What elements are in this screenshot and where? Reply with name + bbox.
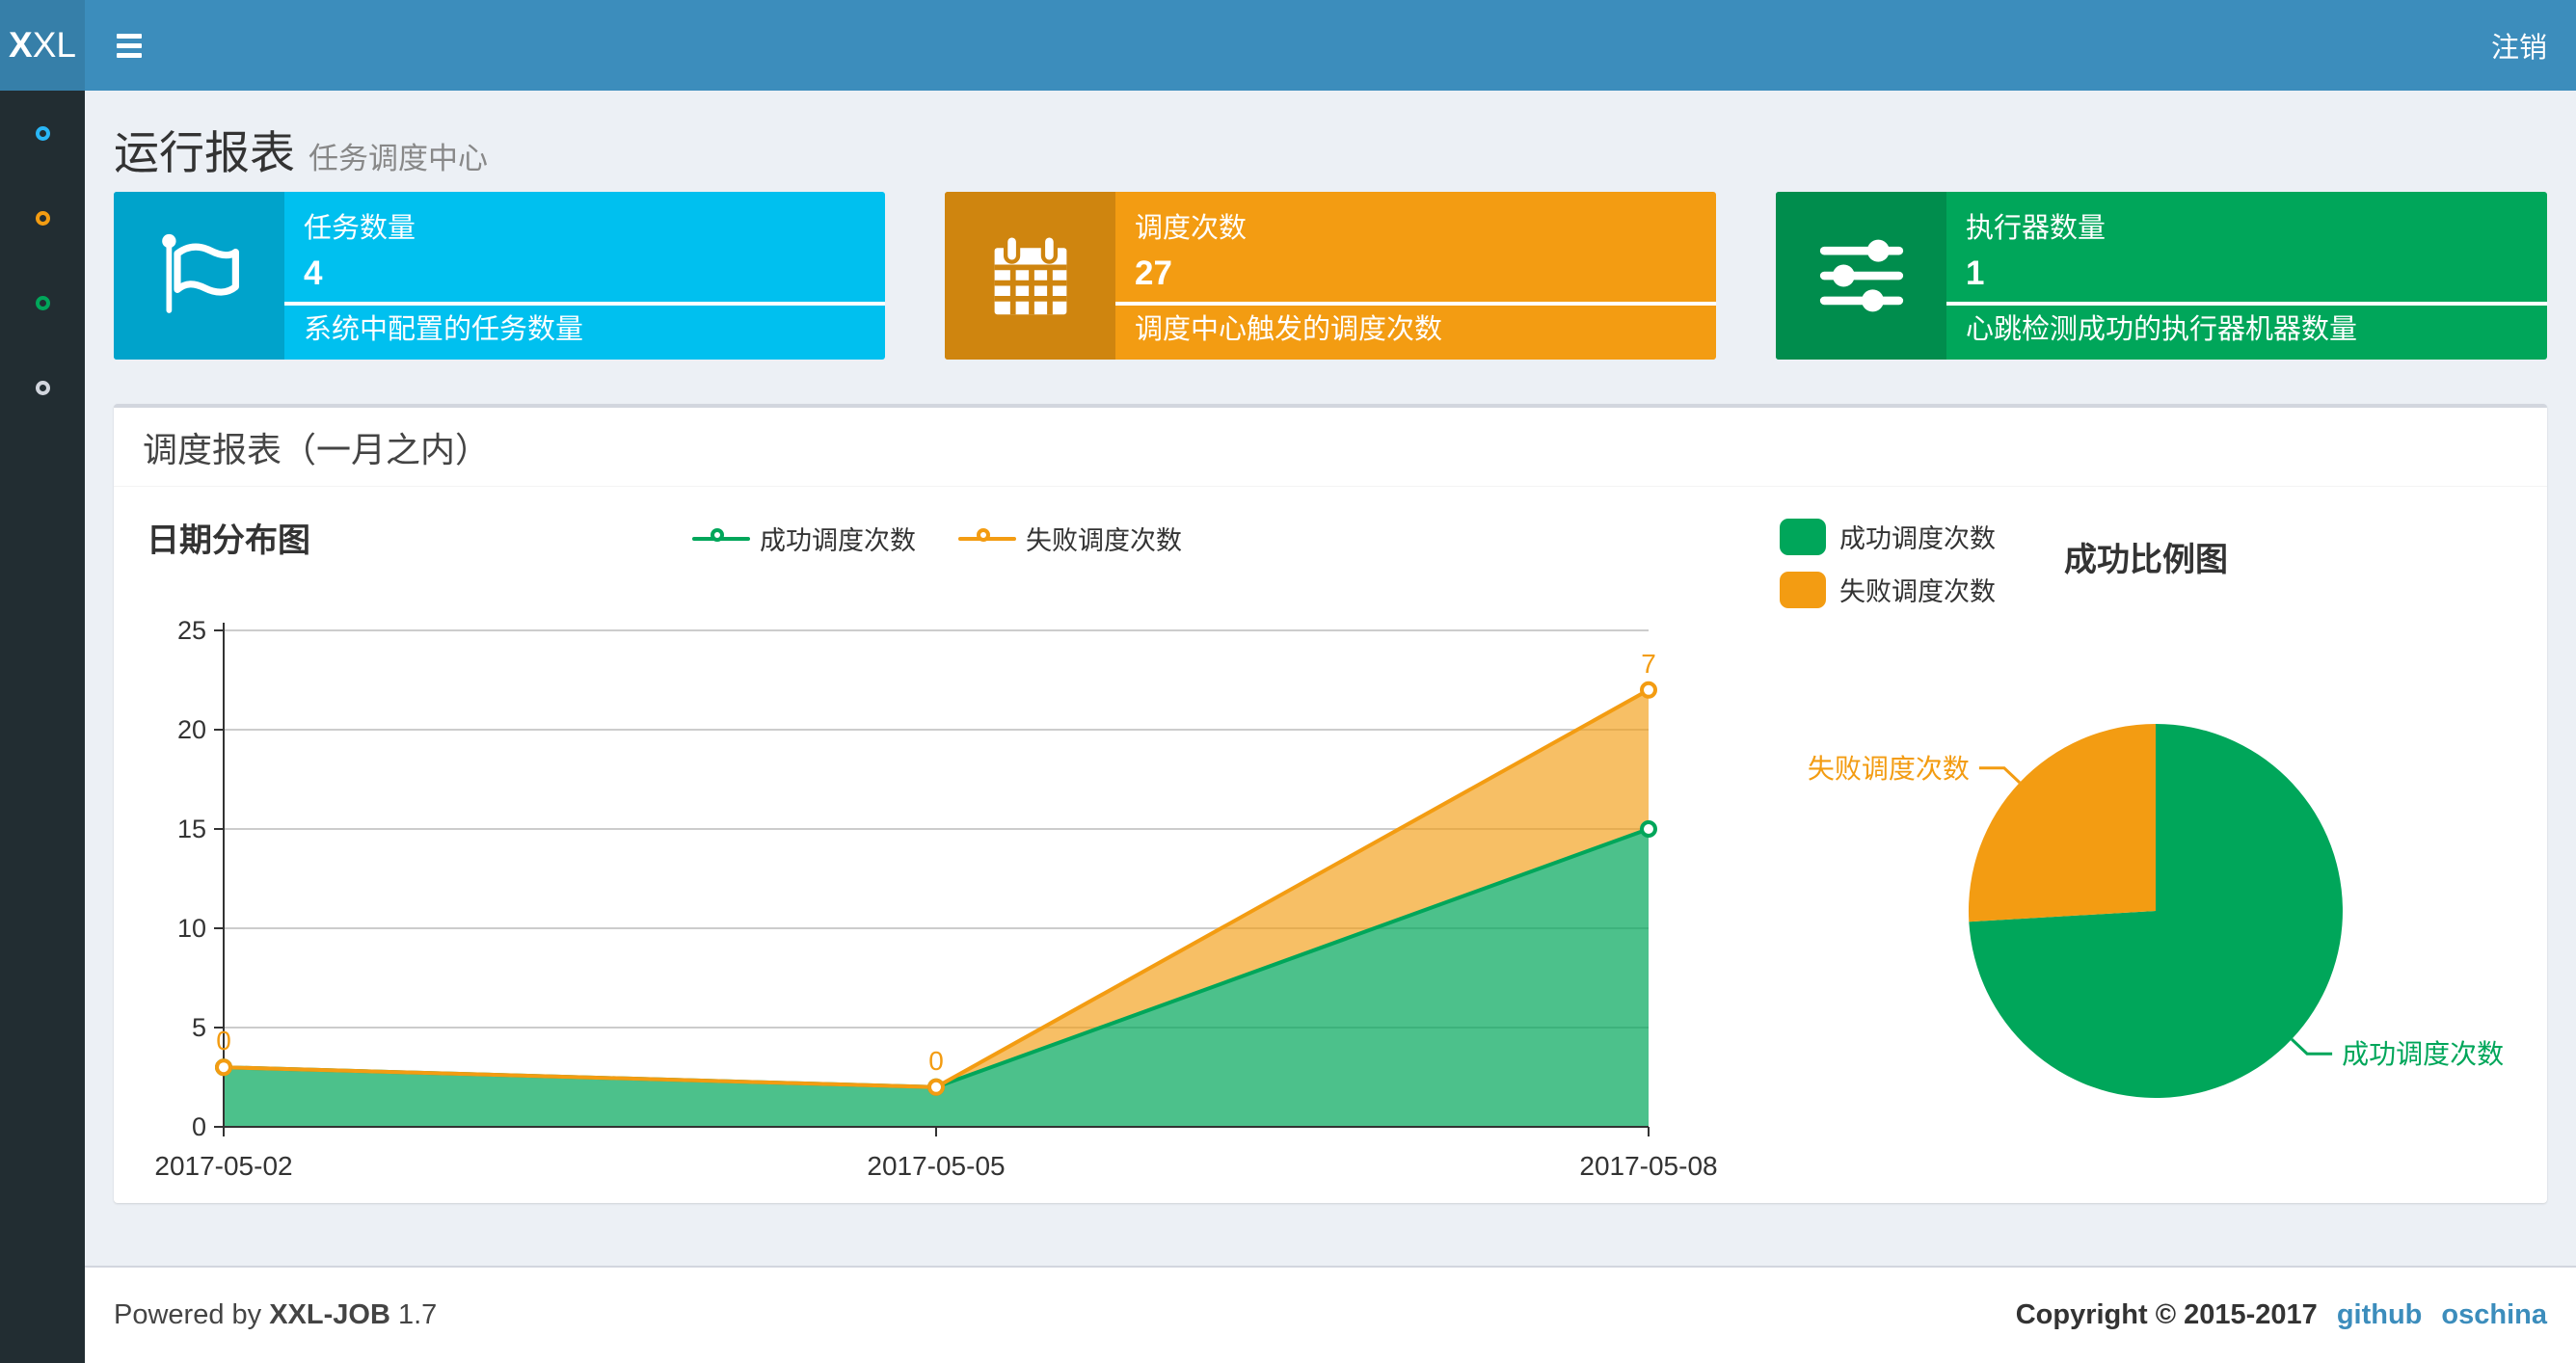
- powered-by: Powered by XXL-JOB 1.7: [114, 1299, 438, 1330]
- legend-label: 失败调度次数: [1839, 577, 1996, 606]
- brand-name: XXL-JOB: [269, 1299, 390, 1330]
- circle-outline-icon: [35, 125, 50, 141]
- legend-item-success[interactable]: 成功调度次数: [692, 520, 916, 557]
- circle-outline-icon: [35, 210, 50, 226]
- svg-text:7: 7: [1641, 649, 1656, 679]
- legend-item-fail[interactable]: 失败调度次数: [1780, 571, 1996, 608]
- panel-header: 调度报表（一月之内）: [114, 408, 2547, 487]
- svg-text:10: 10: [177, 914, 206, 943]
- divider: [1115, 302, 1716, 306]
- legend-item-fail[interactable]: 失败调度次数: [958, 520, 1182, 557]
- sidebar-item-3[interactable]: [0, 345, 85, 430]
- stat-title: 调度次数: [1135, 213, 1248, 244]
- swatch-icon: [1780, 571, 1826, 608]
- schedule-report-panel: 调度报表（一月之内） 日期分布图 成功调度次数 失败调度次数 0 5 10 15 20 2…: [114, 404, 2547, 1203]
- legend-label: 失败调度次数: [1026, 526, 1182, 555]
- line-chart-svg: 05101520252017-05-02 2017-05-05 2017-05-08…: [154, 616, 1717, 1181]
- sidebar-item-1[interactable]: [0, 175, 85, 260]
- legend-label: 成功调度次数: [1839, 524, 1996, 553]
- svg-text:20: 20: [177, 715, 206, 744]
- page-subtitle: 任务调度中心: [309, 142, 488, 175]
- svg-text:失败调度次数: 失败调度次数: [1808, 754, 1970, 784]
- top-navbar: X XL 注销: [0, 0, 2576, 91]
- stat-value: 4: [304, 254, 323, 292]
- pie-chart-legend: 成功调度次数 失败调度次数: [1780, 518, 1996, 608]
- circle-outline-icon: [35, 295, 50, 310]
- line-marker-icon: [958, 526, 1016, 551]
- page-header: 运行报表 任务调度中心: [114, 116, 488, 182]
- stat-title: 执行器数量: [1966, 213, 2106, 244]
- svg-text:15: 15: [177, 815, 206, 843]
- stat-value: 1: [1966, 254, 1985, 292]
- sliders-icon: [1776, 192, 1946, 360]
- github-link[interactable]: github: [2337, 1299, 2423, 1331]
- swatch-icon: [1780, 518, 1826, 555]
- circle-outline-icon: [35, 380, 50, 395]
- page-title: 运行报表: [114, 127, 295, 178]
- svg-text:5: 5: [192, 1013, 206, 1042]
- hamburger-icon: [117, 33, 142, 39]
- app-logo[interactable]: X XL: [0, 0, 85, 91]
- copyright-text: Copyright © 2015-2017: [2015, 1299, 2318, 1330]
- flag-icon: [114, 192, 284, 360]
- stat-description: 调度中心触发的调度次数: [1135, 314, 1443, 345]
- svg-text:0: 0: [216, 1026, 231, 1056]
- svg-text:0: 0: [928, 1046, 944, 1076]
- stat-cards-row: 任务数量 4 系统中配置的任务数量 调度次数 27 调度中心触发的调度次数 执行…: [114, 192, 2547, 360]
- line-chart-title: 日期分布图: [147, 522, 310, 559]
- divider: [284, 302, 885, 306]
- pie-chart-svg: 成功调度次数 失败调度次数: [1808, 724, 2504, 1098]
- stat-card-triggers: 调度次数 27 调度中心触发的调度次数: [945, 192, 1716, 360]
- sidebar-item-0[interactable]: [0, 91, 85, 175]
- svg-text:2017-05-08: 2017-05-08: [1579, 1151, 1717, 1181]
- stat-description: 系统中配置的任务数量: [304, 314, 584, 345]
- oschina-link[interactable]: oschina: [2441, 1299, 2547, 1331]
- panel-title: 调度报表（一月之内）: [143, 429, 491, 469]
- line-chart-legend: 成功调度次数 失败调度次数: [692, 520, 1182, 557]
- logout-link[interactable]: 注销: [2462, 0, 2576, 91]
- logo-bold-text: X: [9, 25, 33, 65]
- svg-text:2017-05-05: 2017-05-05: [867, 1151, 1005, 1181]
- sidebar: [0, 91, 85, 1363]
- panel-body: 日期分布图 成功调度次数 失败调度次数 0 5 10 15 20 25 2017-05-02…: [114, 491, 2547, 1203]
- footer: Powered by XXL-JOB 1.7 Copyright © 2015-…: [85, 1266, 2576, 1363]
- content-area: 运行报表 任务调度中心 任务数量 4 系统中配置的任务数量 调度次数 27 调度…: [85, 91, 2576, 1266]
- sidebar-toggle-button[interactable]: [85, 0, 174, 91]
- stat-title: 任务数量: [304, 213, 416, 244]
- svg-text:0: 0: [192, 1112, 206, 1141]
- stat-description: 心跳检测成功的执行器机器数量: [1966, 314, 2358, 345]
- stat-card-jobs: 任务数量 4 系统中配置的任务数量: [114, 192, 885, 360]
- calendar-icon: [945, 192, 1115, 360]
- logo-light-text: XL: [32, 25, 76, 65]
- legend-label: 成功调度次数: [760, 526, 916, 555]
- legend-item-success[interactable]: 成功调度次数: [1780, 518, 1996, 555]
- pie-chart-title: 成功比例图: [2064, 542, 2228, 578]
- sidebar-item-2[interactable]: [0, 260, 85, 345]
- svg-text:成功调度次数: 成功调度次数: [2342, 1039, 2504, 1069]
- line-marker-icon: [692, 526, 750, 551]
- stat-card-executors: 执行器数量 1 心跳检测成功的执行器机器数量: [1776, 192, 2547, 360]
- stat-value: 27: [1135, 254, 1172, 292]
- svg-text:2017-05-02: 2017-05-02: [154, 1151, 292, 1181]
- version: 1.7: [397, 1299, 438, 1330]
- svg-text:25: 25: [177, 616, 206, 645]
- divider: [1946, 302, 2547, 306]
